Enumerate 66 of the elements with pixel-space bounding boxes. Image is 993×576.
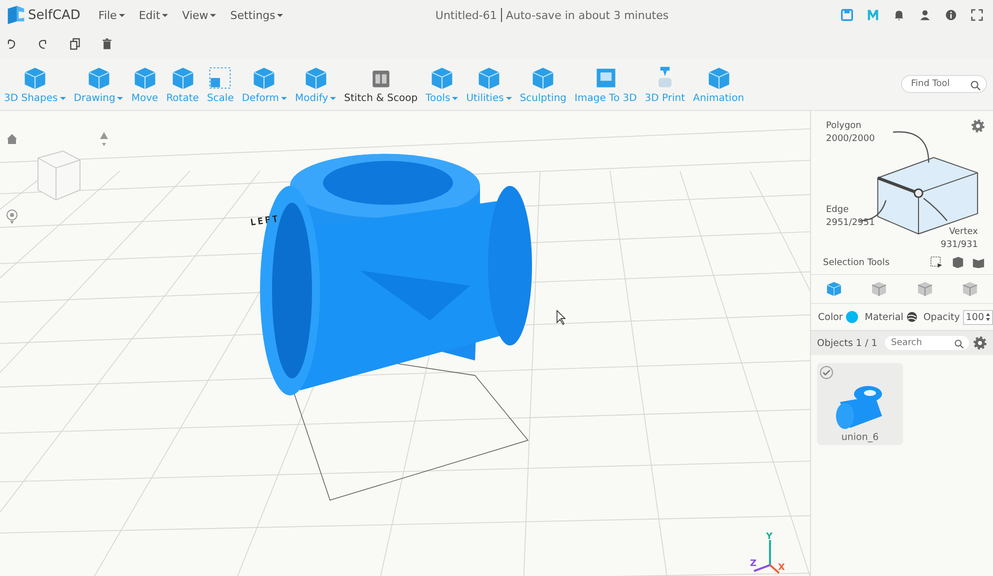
tool-button[interactable]: Modify bbox=[291, 64, 340, 104]
menu-item[interactable]: Settings bbox=[226, 6, 288, 24]
tool-button[interactable]: 3D Shapes bbox=[0, 64, 70, 104]
edge-count: 2951/2951 bbox=[826, 218, 875, 228]
menu-item[interactable]: Edit bbox=[134, 6, 172, 24]
tool-button[interactable]: Scale bbox=[202, 64, 238, 104]
object-card[interactable]: union_6 bbox=[817, 363, 903, 445]
document-title: Untitled-61 bbox=[435, 8, 497, 22]
tool-button[interactable]: Move bbox=[127, 64, 162, 104]
lamp-icon[interactable] bbox=[98, 131, 110, 147]
find-tool-field[interactable]: Find Tool bbox=[901, 75, 987, 93]
cube-select-icon[interactable] bbox=[951, 256, 964, 269]
material-label: Material bbox=[864, 312, 904, 322]
info-icon[interactable] bbox=[945, 9, 957, 21]
logo-icon bbox=[6, 5, 26, 25]
objects-heading: Objects 1 / 1 bbox=[817, 338, 878, 348]
tool-button[interactable]: Animation bbox=[689, 64, 748, 104]
axis-label: Y bbox=[766, 532, 773, 542]
axis-label: Z bbox=[750, 559, 757, 570]
object-checkbox[interactable] bbox=[820, 366, 833, 379]
tool-button[interactable]: Tools bbox=[422, 64, 462, 104]
object-search-field[interactable]: Search bbox=[885, 336, 969, 350]
tool-button[interactable]: Stitch & Scoop bbox=[340, 64, 422, 104]
tool-button[interactable]: Rotate bbox=[162, 64, 203, 104]
app-name: SelfCAD bbox=[28, 8, 80, 22]
color-swatch[interactable] bbox=[846, 311, 858, 323]
autosave-status: Auto-save in about 3 minutes bbox=[506, 8, 669, 22]
vertex-count: 931/931 bbox=[940, 240, 978, 250]
tool-button[interactable]: Sculpting bbox=[516, 64, 571, 104]
polygon-count: 2000/2000 bbox=[826, 134, 875, 144]
user-icon[interactable] bbox=[919, 9, 931, 21]
save-icon[interactable] bbox=[841, 9, 853, 21]
scale-icon bbox=[207, 64, 234, 90]
fullscreen-icon[interactable] bbox=[971, 9, 983, 21]
redo-icon[interactable] bbox=[37, 38, 49, 50]
material-sphere-icon[interactable] bbox=[906, 311, 918, 323]
opacity-spinner[interactable]: 100 bbox=[962, 310, 993, 324]
vertex-label: Vertex bbox=[949, 227, 978, 237]
trash-icon[interactable] bbox=[101, 38, 113, 50]
settings-icon[interactable] bbox=[971, 119, 985, 133]
tool-button[interactable]: Image To 3D bbox=[570, 64, 641, 104]
home-icon[interactable] bbox=[6, 133, 18, 145]
target-icon[interactable] bbox=[6, 209, 18, 225]
bell-icon[interactable] bbox=[893, 9, 905, 21]
check-icon bbox=[821, 367, 832, 378]
polygon-label: Polygon bbox=[826, 121, 862, 131]
menu-item[interactable]: File bbox=[94, 6, 129, 24]
edge-label: Edge bbox=[826, 205, 850, 215]
color-label: Color bbox=[818, 312, 843, 322]
menu-item[interactable]: View bbox=[178, 6, 220, 24]
copy-icon[interactable] bbox=[69, 38, 81, 50]
view-label: LEFT bbox=[250, 214, 281, 228]
selection-tools-label: Selection Tools bbox=[823, 258, 890, 268]
undo-icon[interactable] bbox=[5, 38, 17, 50]
opacity-label: Opacity bbox=[923, 312, 960, 322]
cursor-icon bbox=[556, 310, 566, 326]
box-select-icon[interactable] bbox=[930, 256, 943, 269]
tool-button[interactable]: Utilities bbox=[462, 64, 516, 104]
search-icon[interactable] bbox=[954, 339, 964, 349]
tool-button[interactable]: 3D Print bbox=[640, 64, 690, 104]
settings-icon[interactable] bbox=[973, 336, 987, 350]
tool-button[interactable]: Drawing bbox=[70, 64, 128, 104]
object-name: union_6 bbox=[841, 432, 879, 443]
axis-label: X bbox=[778, 563, 785, 573]
tool-button[interactable]: Deform bbox=[238, 64, 292, 104]
search-icon[interactable] bbox=[970, 80, 981, 91]
